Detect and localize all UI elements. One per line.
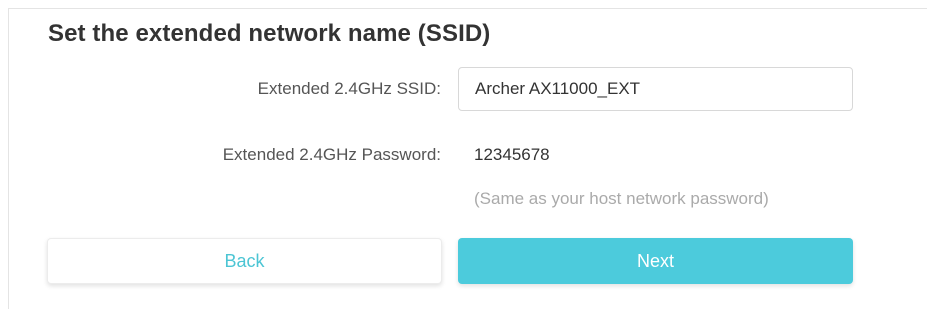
page-title: Set the extended network name (SSID) [48,20,491,47]
password-hint: (Same as your host network password) [474,189,769,208]
ssid-label: Extended 2.4GHz SSID: [257,79,441,98]
next-button[interactable]: Next [458,238,853,284]
password-label: Extended 2.4GHz Password: [222,145,441,164]
ssid-input[interactable] [458,67,853,111]
password-value: 12345678 [474,145,550,164]
back-button[interactable]: Back [47,238,442,284]
